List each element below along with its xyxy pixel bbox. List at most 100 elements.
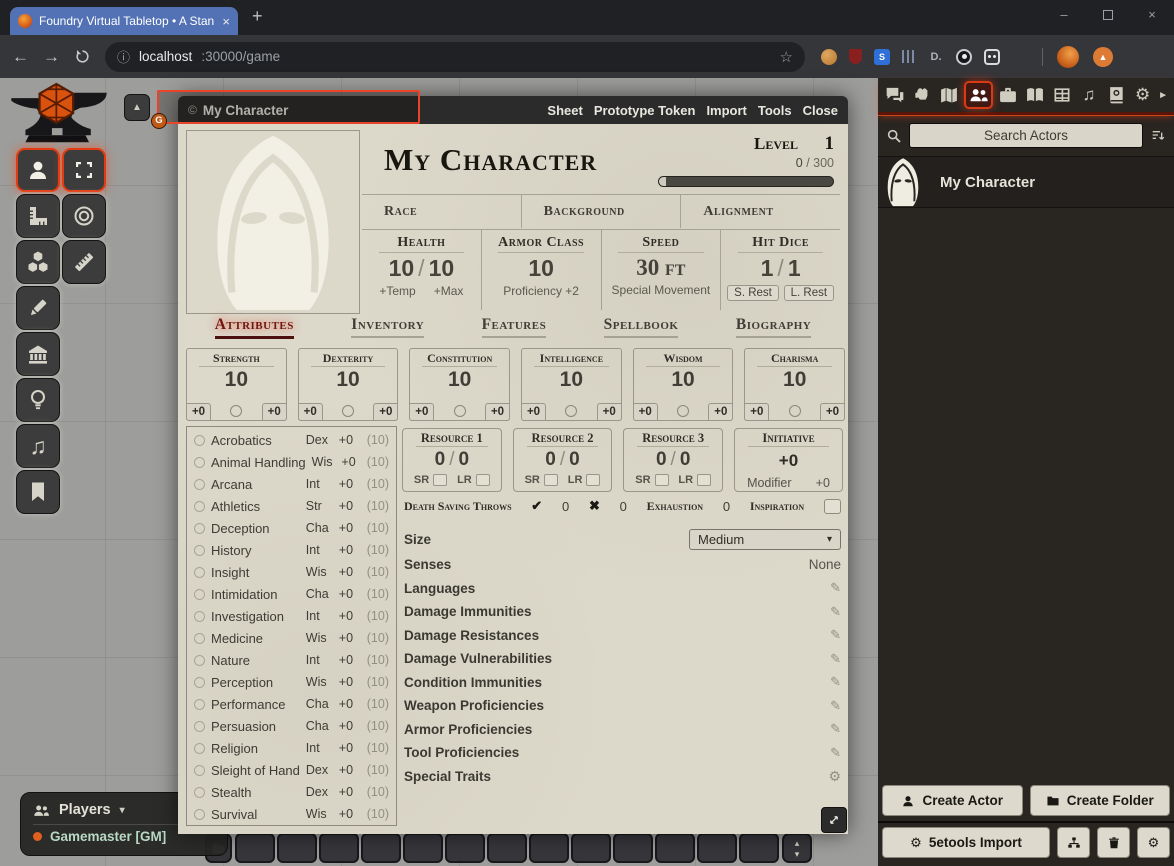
skill-name[interactable]: Deception — [211, 521, 300, 536]
skill-proficiency-toggle[interactable] — [194, 567, 205, 578]
skill-proficiency-toggle[interactable] — [194, 677, 205, 688]
initiative-block[interactable]: Initiative +0 Modifier +0 — [734, 428, 843, 492]
skill-proficiency-toggle[interactable] — [194, 545, 205, 556]
sheet-tab[interactable]: Attributes — [209, 316, 300, 339]
window-header-button[interactable]: ⚙ × Close — [803, 103, 838, 118]
skill-name[interactable]: Athletics — [211, 499, 300, 514]
save-proficiency-toggle[interactable] — [230, 405, 242, 417]
macro-slot[interactable] — [319, 833, 359, 863]
resource-max[interactable]: 0 — [680, 449, 691, 470]
macro-slot[interactable] — [235, 833, 275, 863]
sheet-tab[interactable]: Biography — [730, 316, 817, 339]
sidebar-collapse-icon[interactable]: ► — [1158, 90, 1168, 101]
save-proficiency-toggle[interactable] — [677, 405, 689, 417]
hd-max[interactable]: 1 — [788, 255, 801, 281]
skill-name[interactable]: Perception — [211, 675, 300, 690]
back-button[interactable]: ← — [12, 48, 29, 65]
death-success-count[interactable]: 0 — [562, 499, 569, 514]
close-window-button[interactable]: × — [1130, 0, 1174, 32]
skill-name[interactable]: Intimidation — [211, 587, 300, 602]
skill-proficiency-toggle[interactable] — [194, 809, 205, 820]
inspiration-checkbox[interactable] — [824, 499, 841, 514]
skill-proficiency-toggle[interactable] — [194, 523, 205, 534]
resource-max[interactable]: 0 — [569, 449, 580, 470]
hp-current[interactable]: 10 — [389, 255, 415, 281]
long-rest-button[interactable]: L. Rest — [784, 285, 834, 301]
url-bar[interactable]: ⓘ localhost :30000/game ☆ — [105, 42, 805, 72]
skill-proficiency-toggle[interactable] — [194, 611, 205, 622]
macro-slot[interactable] — [697, 833, 737, 863]
short-rest-checkbox[interactable] — [655, 474, 669, 486]
ability-save[interactable]: +0 — [262, 403, 287, 421]
detail-field[interactable]: Race — [362, 195, 521, 228]
tab-chat[interactable] — [884, 81, 907, 109]
window-resize-handle[interactable] — [821, 807, 847, 833]
tool-target-button[interactable] — [62, 194, 106, 238]
skill-row[interactable]: Religion Int +0 (10) — [187, 737, 396, 759]
tool-ruler-button[interactable] — [62, 240, 106, 284]
ability-block[interactable]: Charisma 10 +0 +0 — [744, 348, 845, 421]
delete-button[interactable] — [1097, 827, 1130, 858]
skill-proficiency-toggle[interactable] — [194, 479, 205, 490]
layer-sounds-button[interactable]: ♫ — [16, 424, 60, 468]
tab-tables[interactable] — [1051, 81, 1074, 109]
tab-settings[interactable]: ⚙ — [1131, 81, 1154, 109]
search-input[interactable] — [909, 123, 1143, 148]
macro-slot[interactable] — [529, 833, 569, 863]
save-proficiency-toggle[interactable] — [789, 405, 801, 417]
5etools-import-button[interactable]: ⚙ 5etools Import — [882, 827, 1050, 858]
skill-proficiency-toggle[interactable] — [194, 457, 205, 468]
edit-icon[interactable]: ✎ — [830, 627, 841, 643]
edit-icon[interactable]: ✎ — [830, 604, 841, 620]
macro-slot[interactable] — [571, 833, 611, 863]
speed-value[interactable]: 30 ft — [602, 255, 721, 281]
skill-name[interactable]: Insight — [211, 565, 300, 580]
tab-playlists[interactable]: ♫ — [1078, 81, 1101, 109]
sheet-tab[interactable]: Spellbook — [598, 316, 685, 339]
skill-row[interactable]: Persuasion Cha +0 (10) — [187, 715, 396, 737]
layer-lighting-button[interactable] — [16, 378, 60, 422]
window-header-button[interactable]: ⚙ × Tools — [758, 103, 792, 118]
ability-score[interactable]: 10 — [634, 368, 733, 392]
gear-icon[interactable]: ⚙ — [828, 768, 841, 785]
window-header-button[interactable]: ⚙ × Sheet — [547, 103, 582, 118]
window-header-button[interactable]: ⚙ × Prototype Token — [594, 103, 696, 118]
layer-tiles-button[interactable] — [16, 240, 60, 284]
size-select[interactable]: Medium▾ — [689, 529, 841, 550]
extension-icon[interactable]: S — [874, 49, 890, 65]
ability-score[interactable]: 10 — [522, 368, 621, 392]
ability-save[interactable]: +0 — [485, 403, 510, 421]
forward-button[interactable]: → — [43, 48, 60, 65]
settings-button[interactable]: ⚙ — [1137, 827, 1170, 858]
layer-drawings-button[interactable] — [16, 286, 60, 330]
macro-slot[interactable] — [445, 833, 485, 863]
resource-value[interactable]: 0 — [545, 449, 556, 470]
actor-avatar[interactable] — [880, 157, 926, 207]
maximize-button[interactable] — [1086, 0, 1130, 32]
health-stat[interactable]: Health 10/10 +Temp +Max — [362, 230, 481, 310]
tab-compendium[interactable] — [1104, 81, 1127, 109]
ability-block[interactable]: Wisdom 10 +0 +0 — [633, 348, 734, 421]
death-success-icon[interactable]: ✔ — [531, 498, 542, 514]
skill-name[interactable]: Sleight of Hand — [211, 763, 300, 778]
skill-name[interactable]: Arcana — [211, 477, 300, 492]
minimize-button[interactable]: – — [1042, 0, 1086, 32]
initiative-value[interactable]: +0 — [735, 451, 842, 471]
create-actor-button[interactable]: Create Actor — [882, 785, 1023, 816]
ability-score[interactable]: 10 — [299, 368, 398, 392]
skill-proficiency-toggle[interactable] — [194, 743, 205, 754]
edit-icon[interactable]: ✎ — [830, 580, 841, 596]
skill-row[interactable]: Arcana Int +0 (10) — [187, 473, 396, 495]
extension-icon[interactable] — [821, 49, 837, 65]
ability-block[interactable]: Strength 10 +0 +0 — [186, 348, 287, 421]
character-portrait[interactable] — [186, 130, 360, 314]
save-proficiency-toggle[interactable] — [565, 405, 577, 417]
ability-save[interactable]: +0 — [373, 403, 398, 421]
window-header-button[interactable]: ⚙ × Import — [706, 103, 746, 118]
skill-row[interactable]: Intimidation Cha +0 (10) — [187, 583, 396, 605]
extension-icon[interactable] — [956, 49, 972, 65]
death-failure-count[interactable]: 0 — [620, 499, 627, 514]
xp-value[interactable]: 0 — [796, 156, 803, 170]
ability-block[interactable]: Intelligence 10 +0 +0 — [521, 348, 622, 421]
ability-score[interactable]: 10 — [745, 368, 844, 392]
